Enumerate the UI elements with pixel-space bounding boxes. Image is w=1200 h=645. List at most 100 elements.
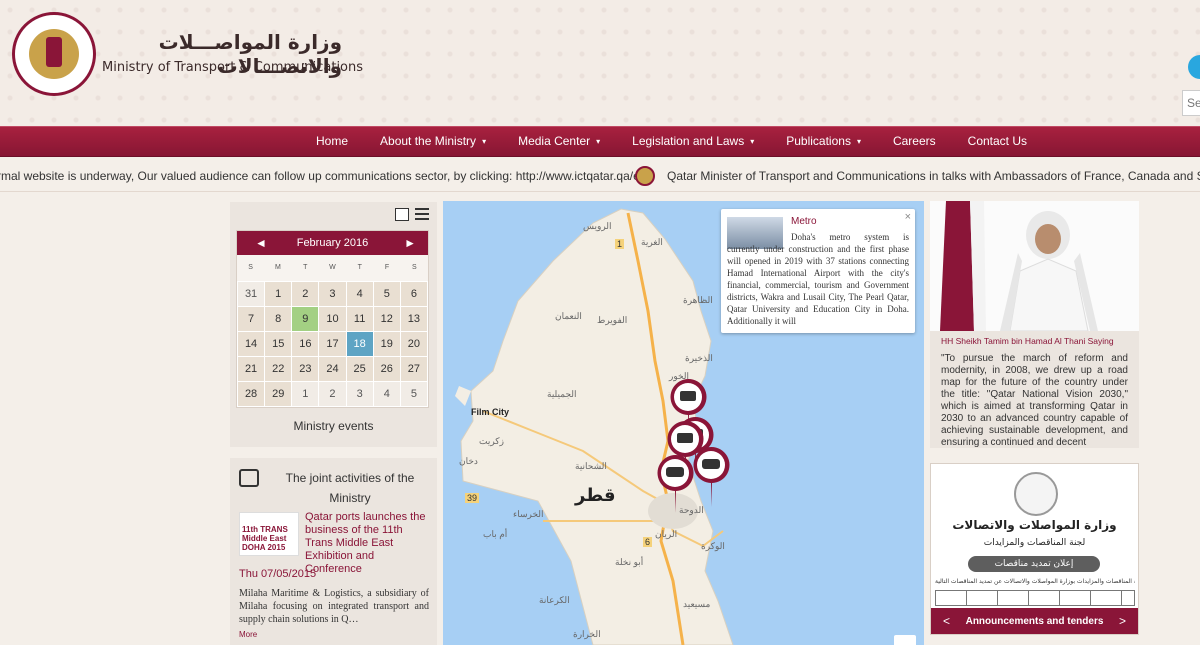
calendar-day[interactable]: 31 bbox=[238, 282, 265, 306]
main-navigation: Home About the Ministry ▾ Media Center ▾ Legi… bbox=[0, 126, 1200, 157]
ticker-item[interactable]: rmal website is underway, Our valued aud… bbox=[0, 169, 646, 183]
calendar-check-icon bbox=[239, 469, 259, 487]
map-label-town: النعمان bbox=[555, 311, 582, 321]
calendar-day[interactable]: 12 bbox=[373, 307, 400, 331]
calendar-day[interactable]: 25 bbox=[346, 357, 373, 381]
calendar-day[interactable]: 16 bbox=[292, 332, 319, 356]
ticker-item[interactable]: Qatar Minister of Transport and Communic… bbox=[667, 169, 1200, 183]
list-view-icon[interactable] bbox=[415, 208, 429, 221]
calendar: ◄ February 2016 ► SMTWTFS 31 1 2 3 4 5 6 7 8 9 10 1… bbox=[236, 230, 429, 408]
prev-month-button[interactable]: ◄ bbox=[255, 231, 267, 255]
prev-slide-button[interactable]: < bbox=[943, 608, 950, 634]
more-link[interactable]: More bbox=[239, 630, 257, 639]
calendar-day[interactable]: 10 bbox=[319, 307, 346, 331]
calendar-day[interactable]: 4 bbox=[373, 382, 400, 406]
map-label-town: الفويرط bbox=[597, 315, 628, 325]
nav-item-media-center[interactable]: Media Center ▾ bbox=[518, 127, 600, 158]
search-input[interactable]: Se bbox=[1182, 90, 1200, 116]
calendar-day[interactable]: 1 bbox=[265, 282, 292, 306]
calendar-day[interactable]: 19 bbox=[373, 332, 400, 356]
weekday-label: W bbox=[329, 264, 336, 271]
calendar-day[interactable]: 1 bbox=[292, 382, 319, 406]
map-label-town: أم باب bbox=[483, 529, 508, 539]
saying-text: "To pursue the march of reform and moder… bbox=[941, 353, 1128, 448]
calendar-day[interactable]: 21 bbox=[238, 357, 265, 381]
qatar-emblem-icon bbox=[635, 166, 655, 186]
calendar-day[interactable]: 3 bbox=[346, 382, 373, 406]
calendar-day[interactable]: 4 bbox=[346, 282, 373, 306]
activities-title: The joint activities of the Ministry bbox=[285, 471, 415, 505]
nav-item-home[interactable]: Home bbox=[316, 127, 348, 158]
calendar-day[interactable]: 2 bbox=[292, 282, 319, 306]
activity-thumbnail[interactable]: 11th TRANS Middle East DOHA 2015 bbox=[239, 512, 299, 556]
ministry-emblem-icon bbox=[1014, 472, 1058, 516]
nav-item-legislation-and-laws[interactable]: Legislation and Laws ▾ bbox=[632, 127, 754, 158]
events-calendar-panel: ◄ February 2016 ► SMTWTFS 31 1 2 3 4 5 6 7 8 9 10 1… bbox=[230, 202, 437, 447]
calendar-day[interactable]: 22 bbox=[265, 357, 292, 381]
tenders-panel[interactable]: وزارة المواصلات والاتصالات لجنة المناقصا… bbox=[930, 463, 1139, 635]
saying-title[interactable]: HH Sheikh Tamim bin Hamad Al Thani Sayin… bbox=[941, 336, 1114, 346]
next-slide-button[interactable]: > bbox=[1119, 608, 1126, 634]
activity-link[interactable]: Qatar ports launches the business of the… bbox=[305, 511, 430, 576]
calendar-day[interactable]: 29 bbox=[265, 382, 292, 406]
calendar-day[interactable]: 14 bbox=[238, 332, 265, 356]
calendar-day[interactable]: 23 bbox=[292, 357, 319, 381]
calendar-day[interactable]: 6 bbox=[400, 282, 427, 306]
map-label-city: الدوحة bbox=[679, 505, 704, 515]
calendar-day[interactable]: 5 bbox=[373, 282, 400, 306]
calendar-day[interactable]: 17 bbox=[319, 332, 346, 356]
calendar-day[interactable]: 28 bbox=[238, 382, 265, 406]
close-icon[interactable]: × bbox=[905, 211, 911, 223]
calendar-month-label: February 2016 bbox=[296, 237, 369, 249]
map-label-town: مسيعيد bbox=[683, 599, 711, 609]
nav-item-label: Media Center bbox=[518, 134, 591, 148]
map-label-film-city: Film City bbox=[471, 407, 510, 417]
tender-committee-name: لجنة المناقصات والمزايدات bbox=[983, 538, 1086, 548]
calendar-day[interactable]: 24 bbox=[319, 357, 346, 381]
calendar-day[interactable]: 9 bbox=[292, 307, 319, 331]
calendar-day[interactable]: 13 bbox=[400, 307, 427, 331]
calendar-day[interactable]: 8 bbox=[265, 307, 292, 331]
weekday-label: M bbox=[275, 264, 281, 271]
map-label-town: دخان bbox=[459, 456, 478, 466]
calendar-day[interactable]: 2 bbox=[319, 382, 346, 406]
calendar-day[interactable]: 3 bbox=[319, 282, 346, 306]
popup-title[interactable]: Metro bbox=[791, 216, 817, 227]
map-label-city: الريان bbox=[655, 529, 678, 539]
nav-item-contact-us[interactable]: Contact Us bbox=[968, 127, 1027, 158]
joint-activities-panel: The joint activities of the Ministry 11t… bbox=[230, 458, 437, 645]
emblem-icon bbox=[29, 29, 79, 79]
calendar-day[interactable]: 15 bbox=[265, 332, 292, 356]
chevron-down-icon: ▾ bbox=[596, 137, 601, 146]
calendar-day[interactable]: 27 bbox=[400, 357, 427, 381]
road-shield: 6 bbox=[643, 537, 653, 547]
calendar-view-icon[interactable] bbox=[395, 208, 409, 221]
nav-item-publications[interactable]: Publications ▾ bbox=[786, 127, 861, 158]
calendar-day[interactable]: 11 bbox=[346, 307, 373, 331]
nav-item-label: Careers bbox=[892, 134, 936, 148]
calendar-day[interactable]: 5 bbox=[400, 382, 427, 406]
chevron-down-icon: ▾ bbox=[750, 137, 755, 146]
island-shape bbox=[455, 386, 471, 406]
qatar-emblem-logo[interactable] bbox=[12, 12, 96, 96]
twitter-icon[interactable] bbox=[1188, 55, 1200, 79]
map-label-town: الشحانية bbox=[575, 461, 607, 471]
calendar-day[interactable]: 20 bbox=[400, 332, 427, 356]
announcements-label[interactable]: Announcements and tenders bbox=[966, 616, 1104, 627]
calendar-caption[interactable]: Ministry events bbox=[230, 419, 437, 433]
nav-item-label: Home bbox=[316, 134, 349, 148]
map-label-town: الخور bbox=[669, 371, 690, 381]
projects-map[interactable]: الرويس الغرية 1 الظاهرة النعمان الفويرط … bbox=[443, 201, 924, 645]
street-view-pegman-icon[interactable] bbox=[894, 635, 916, 645]
nav-item-careers[interactable]: Careers bbox=[893, 127, 936, 158]
calendar-day[interactable]: 26 bbox=[373, 357, 400, 381]
calendar-day[interactable]: 18 bbox=[346, 332, 373, 356]
weekday-row: SMTWTFS bbox=[237, 255, 428, 281]
map-label-town: الجميلية bbox=[547, 389, 577, 399]
nav-item-about-the-ministry[interactable]: About the Ministry ▾ bbox=[380, 127, 486, 158]
calendar-day[interactable]: 7 bbox=[238, 307, 265, 331]
next-month-button[interactable]: ► bbox=[404, 231, 416, 255]
weekday-label: T bbox=[303, 264, 308, 271]
activity-date: Thu 07/05/2015 bbox=[239, 568, 317, 580]
map-label-town: الظاهرة bbox=[683, 295, 713, 305]
